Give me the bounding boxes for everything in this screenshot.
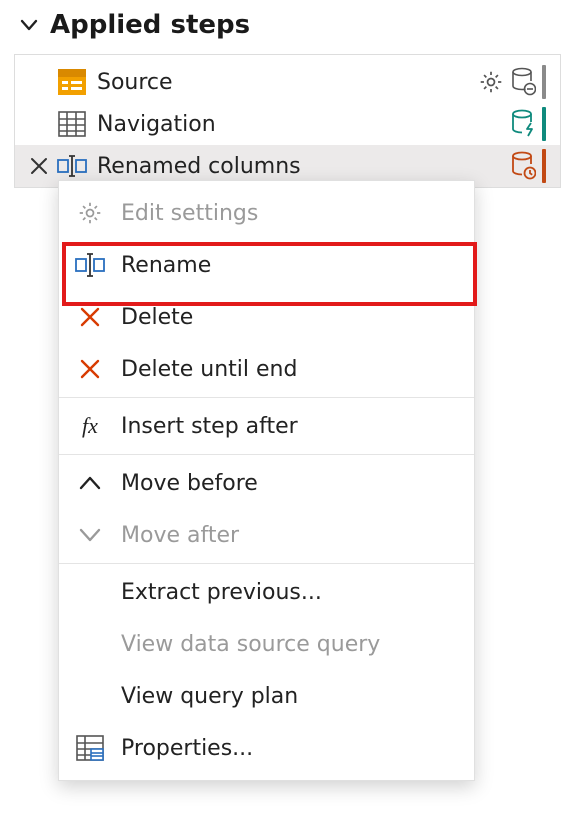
status-bar xyxy=(542,149,546,183)
blank-icon xyxy=(75,681,105,711)
menu-view-data-source-query: View data source query xyxy=(59,618,474,670)
gear-icon[interactable] xyxy=(478,69,504,95)
menu-label: View data source query xyxy=(121,632,380,657)
menu-label: Insert step after xyxy=(121,414,298,439)
menu-separator xyxy=(59,397,474,398)
x-red-icon xyxy=(75,354,105,384)
table-icon xyxy=(57,109,87,139)
rename-icon xyxy=(57,151,87,181)
menu-view-query-plan[interactable]: View query plan xyxy=(59,670,474,722)
applied-steps-panel: Source xyxy=(14,54,561,188)
blank-icon xyxy=(75,577,105,607)
blank-icon xyxy=(75,629,105,659)
gear-icon xyxy=(75,198,105,228)
menu-insert-step-after[interactable]: fx Insert step after xyxy=(59,400,474,452)
step-source[interactable]: Source xyxy=(15,61,560,103)
database-clock-icon xyxy=(510,151,536,181)
menu-label: Properties... xyxy=(121,736,253,761)
x-red-icon xyxy=(75,302,105,332)
chevron-up-icon xyxy=(75,468,105,498)
menu-label: Edit settings xyxy=(121,201,258,226)
database-bolt-icon xyxy=(510,109,536,139)
database-minus-icon xyxy=(510,67,536,97)
source-icon xyxy=(57,67,87,97)
chevron-down-icon xyxy=(75,520,105,550)
menu-separator xyxy=(59,563,474,564)
menu-label: Extract previous... xyxy=(121,580,322,605)
menu-move-after: Move after xyxy=(59,509,474,561)
step-label: Source xyxy=(97,70,478,95)
menu-delete-until-end[interactable]: Delete until end xyxy=(59,343,474,395)
collapse-chevron-icon xyxy=(18,14,40,36)
menu-label: Delete until end xyxy=(121,357,297,382)
menu-delete[interactable]: Delete xyxy=(59,291,474,343)
menu-label: Move after xyxy=(121,523,239,548)
menu-separator xyxy=(59,454,474,455)
menu-label: Delete xyxy=(121,305,193,330)
context-menu: Edit settings Rename Delete Delete until… xyxy=(58,180,475,781)
menu-move-before[interactable]: Move before xyxy=(59,457,474,509)
menu-label: View query plan xyxy=(121,684,298,709)
status-bar xyxy=(542,65,546,99)
delete-step-icon[interactable] xyxy=(21,156,57,176)
menu-properties[interactable]: Properties... xyxy=(59,722,474,774)
rename-icon xyxy=(75,250,105,280)
step-navigation[interactable]: Navigation xyxy=(15,103,560,145)
step-label: Navigation xyxy=(97,112,510,137)
properties-icon xyxy=(75,733,105,763)
status-bar xyxy=(542,107,546,141)
applied-steps-title: Applied steps xyxy=(50,10,250,40)
menu-extract-previous[interactable]: Extract previous... xyxy=(59,566,474,618)
step-label: Renamed columns xyxy=(97,154,510,179)
fx-icon: fx xyxy=(75,411,105,441)
applied-steps-header[interactable]: Applied steps xyxy=(14,6,561,48)
menu-label: Rename xyxy=(121,253,211,278)
menu-edit-settings: Edit settings xyxy=(59,187,474,239)
menu-rename[interactable]: Rename xyxy=(59,239,474,291)
menu-label: Move before xyxy=(121,471,258,496)
